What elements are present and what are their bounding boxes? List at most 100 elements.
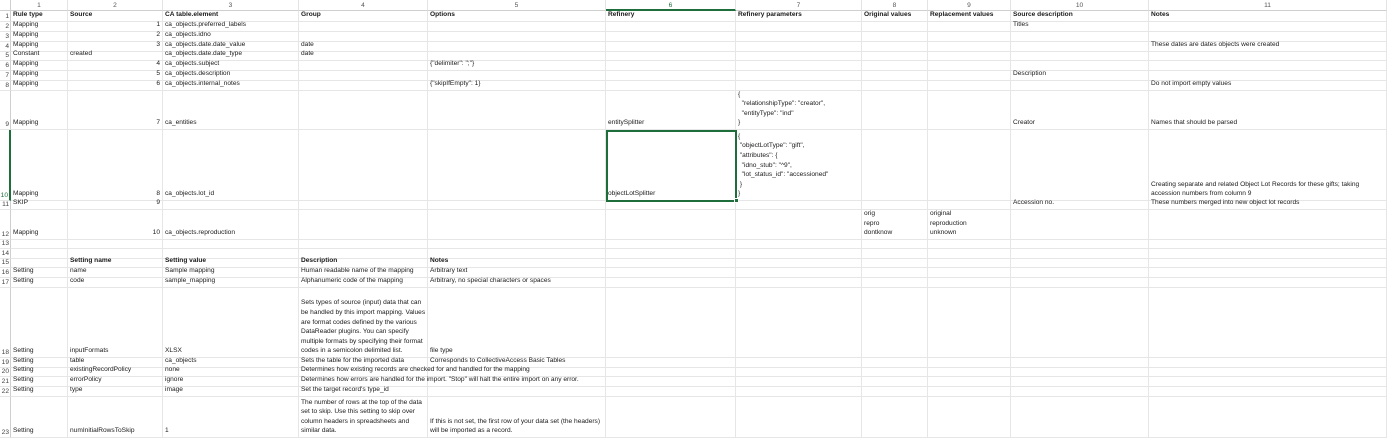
table-cell[interactable] <box>1011 268 1149 278</box>
table-cell[interactable]: sample_mapping <box>163 277 299 288</box>
table-cell[interactable]: 9 <box>68 199 163 210</box>
table-cell[interactable]: Description <box>1011 70 1149 81</box>
row-header-7[interactable]: 7 <box>0 71 11 81</box>
table-cell[interactable] <box>736 377 862 387</box>
table-cell[interactable] <box>736 52 862 61</box>
table-cell[interactable] <box>928 358 1011 368</box>
table-cell[interactable]: 10 <box>68 210 163 240</box>
table-cell[interactable] <box>428 387 606 397</box>
table-cell[interactable]: { "relationshipType": "creator", "entity… <box>736 91 862 130</box>
table-cell[interactable] <box>928 288 1011 358</box>
table-cell[interactable] <box>428 91 606 130</box>
table-cell[interactable] <box>736 42 862 52</box>
column-header-2[interactable]: 2 <box>68 0 163 11</box>
table-cell[interactable] <box>606 32 736 42</box>
table-cell[interactable] <box>928 368 1011 377</box>
table-cell[interactable]: 1 <box>68 21 163 32</box>
table-cell[interactable]: Titles <box>1011 21 1149 32</box>
table-cell[interactable]: Alphanumeric code of the mapping <box>299 277 428 288</box>
table-cell[interactable] <box>606 377 736 387</box>
table-cell[interactable] <box>862 61 928 71</box>
table-cell[interactable] <box>1149 249 1387 259</box>
table-cell[interactable] <box>1011 278 1149 288</box>
table-cell[interactable] <box>606 42 736 52</box>
table-cell[interactable]: ca_objects.lot_id <box>163 130 299 201</box>
table-cell[interactable] <box>1149 22 1387 32</box>
table-cell[interactable] <box>736 288 862 358</box>
table-cell[interactable] <box>299 22 428 32</box>
table-cell[interactable] <box>163 240 299 249</box>
row-header-22[interactable]: 22 <box>0 387 11 397</box>
table-cell[interactable] <box>428 22 606 32</box>
table-cell[interactable] <box>928 387 1011 397</box>
table-cell[interactable]: Setting <box>11 386 68 397</box>
table-cell[interactable]: 2 <box>68 31 163 42</box>
table-cell[interactable] <box>299 71 428 81</box>
table-cell[interactable]: {"skipIfEmpty": 1} <box>428 80 606 91</box>
table-cell[interactable] <box>163 201 299 210</box>
row-header-1[interactable]: 1 <box>0 11 11 22</box>
table-cell[interactable] <box>736 278 862 288</box>
table-cell[interactable] <box>1149 240 1387 249</box>
table-cell[interactable] <box>428 42 606 52</box>
table-cell[interactable]: orig repro dontknow <box>862 210 928 240</box>
table-cell[interactable]: Creating separate and related Object Lot… <box>1149 130 1387 201</box>
table-cell[interactable] <box>862 91 928 130</box>
table-cell[interactable]: SKIP <box>11 199 68 210</box>
table-cell[interactable]: ca_objects.internal_notes <box>163 80 299 91</box>
table-cell[interactable]: {"delimiter": ";"} <box>428 60 606 71</box>
table-cell[interactable]: entitySplitter <box>606 91 736 130</box>
table-cell[interactable] <box>928 240 1011 249</box>
table-cell[interactable] <box>862 288 928 358</box>
table-cell[interactable]: Do not import empty values <box>1149 80 1387 91</box>
table-cell[interactable] <box>862 387 928 397</box>
column-title-cell[interactable]: Refinery parameters <box>736 11 862 22</box>
table-cell[interactable] <box>862 32 928 42</box>
table-cell[interactable] <box>736 240 862 249</box>
table-cell[interactable] <box>1149 259 1387 268</box>
table-cell[interactable]: Setting <box>11 288 68 358</box>
table-cell[interactable] <box>862 22 928 32</box>
table-cell[interactable]: XLSX <box>163 288 299 358</box>
table-cell[interactable] <box>862 71 928 81</box>
table-cell[interactable] <box>606 240 736 249</box>
table-cell[interactable] <box>928 81 1011 91</box>
table-cell[interactable] <box>928 130 1011 201</box>
table-cell[interactable]: date <box>299 50 428 61</box>
table-cell[interactable] <box>428 210 606 240</box>
table-cell[interactable] <box>1149 368 1387 377</box>
table-cell[interactable] <box>862 249 928 259</box>
column-header-6[interactable]: 6 <box>606 0 736 11</box>
table-cell[interactable]: code <box>68 277 163 288</box>
table-cell[interactable] <box>1149 210 1387 240</box>
table-cell[interactable] <box>862 397 928 438</box>
table-cell[interactable] <box>862 130 928 201</box>
row-header-15[interactable]: 15 <box>0 259 11 268</box>
table-cell[interactable] <box>1149 52 1387 61</box>
table-cell[interactable] <box>1149 61 1387 71</box>
table-cell[interactable]: 4 <box>68 60 163 71</box>
table-cell[interactable] <box>736 259 862 268</box>
table-cell[interactable]: Setting <box>11 397 68 438</box>
column-header-4[interactable]: 4 <box>299 0 428 11</box>
table-cell[interactable]: Mapping <box>11 210 68 240</box>
table-cell[interactable] <box>299 91 428 130</box>
table-cell[interactable] <box>862 52 928 61</box>
table-cell[interactable] <box>606 259 736 268</box>
table-cell[interactable] <box>736 368 862 377</box>
table-cell[interactable] <box>606 387 736 397</box>
table-cell[interactable] <box>1011 81 1149 91</box>
table-cell[interactable] <box>1011 240 1149 249</box>
table-cell[interactable] <box>606 358 736 368</box>
table-cell[interactable] <box>1011 32 1149 42</box>
column-title-cell[interactable]: Replacement values <box>928 11 1011 22</box>
table-cell[interactable] <box>299 210 428 240</box>
table-cell[interactable] <box>299 81 428 91</box>
table-cell[interactable] <box>1149 377 1387 387</box>
table-cell[interactable] <box>928 268 1011 278</box>
table-cell[interactable] <box>606 22 736 32</box>
row-header-8[interactable]: 8 <box>0 81 11 91</box>
table-cell[interactable] <box>1011 52 1149 61</box>
select-all-corner[interactable] <box>0 0 11 11</box>
table-cell[interactable]: objectLotSplitter <box>606 130 736 201</box>
